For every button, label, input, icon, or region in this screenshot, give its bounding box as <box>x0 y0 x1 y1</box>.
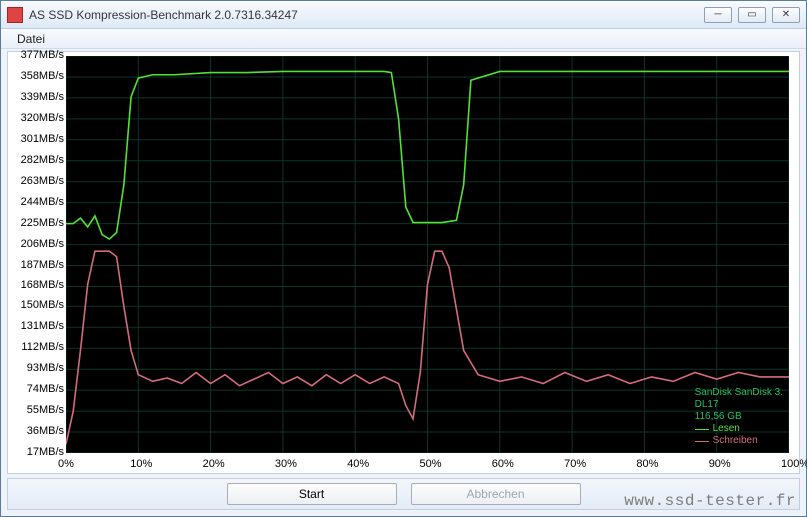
x-tick-label: 100% <box>781 458 807 470</box>
x-tick-label: 20% <box>203 458 225 470</box>
y-tick-label: 339MB/s <box>10 91 64 103</box>
y-tick-label: 225MB/s <box>10 217 64 229</box>
window-title: AS SSD Kompression-Benchmark 2.0.7316.34… <box>29 8 704 22</box>
x-tick-label: 0% <box>58 458 74 470</box>
legend-write-label: Schreiben <box>713 435 758 447</box>
legend-read-label: Lesen <box>713 423 740 435</box>
app-icon <box>7 7 23 23</box>
y-tick-label: 244MB/s <box>10 196 64 208</box>
legend-box: SanDisk SanDisk 3. DL17 116,56 GB Lesen … <box>695 387 783 447</box>
y-tick-label: 168MB/s <box>10 279 64 291</box>
x-tick-label: 50% <box>420 458 442 470</box>
device-capacity: 116,56 GB <box>695 411 783 423</box>
y-tick-label: 377MB/s <box>10 49 64 61</box>
y-tick-label: 206MB/s <box>10 238 64 250</box>
x-tick-label: 10% <box>130 458 152 470</box>
menubar: Datei <box>1 29 806 49</box>
window-controls: ─ ▭ ✕ <box>704 7 800 23</box>
y-tick-label: 301MB/s <box>10 133 64 145</box>
x-tick-label: 30% <box>275 458 297 470</box>
y-tick-label: 320MB/s <box>10 112 64 124</box>
y-tick-label: 282MB/s <box>10 154 64 166</box>
y-tick-label: 187MB/s <box>10 259 64 271</box>
y-tick-label: 17MB/s <box>10 446 64 458</box>
y-tick-label: 93MB/s <box>10 362 64 374</box>
app-window: AS SSD Kompression-Benchmark 2.0.7316.34… <box>0 0 807 517</box>
x-tick-label: 80% <box>636 458 658 470</box>
y-tick-label: 74MB/s <box>10 383 64 395</box>
titlebar: AS SSD Kompression-Benchmark 2.0.7316.34… <box>1 1 806 29</box>
legend-read: Lesen <box>695 423 783 435</box>
plot-canvas: SanDisk SanDisk 3. DL17 116,56 GB Lesen … <box>66 56 789 453</box>
y-tick-label: 55MB/s <box>10 404 64 416</box>
y-tick-label: 36MB/s <box>10 425 64 437</box>
y-tick-label: 131MB/s <box>10 320 64 332</box>
maximize-button[interactable]: ▭ <box>738 7 766 23</box>
watermark-text: www.ssd-tester.fr <box>624 492 796 510</box>
x-tick-label: 40% <box>347 458 369 470</box>
legend-write-swatch <box>695 441 709 442</box>
x-tick-label: 70% <box>564 458 586 470</box>
y-tick-label: 112MB/s <box>10 341 64 353</box>
close-button[interactable]: ✕ <box>772 7 800 23</box>
y-tick-label: 358MB/s <box>10 70 64 82</box>
x-tick-label: 90% <box>709 458 731 470</box>
start-button[interactable]: Start <box>227 483 397 505</box>
cancel-button: Abbrechen <box>411 483 581 505</box>
minimize-button[interactable]: ─ <box>704 7 732 23</box>
legend-write: Schreiben <box>695 435 783 447</box>
y-tick-label: 150MB/s <box>10 299 64 311</box>
chart-area: SanDisk SanDisk 3. DL17 116,56 GB Lesen … <box>7 51 800 474</box>
device-firmware: DL17 <box>695 399 783 411</box>
x-tick-label: 60% <box>492 458 514 470</box>
y-tick-label: 263MB/s <box>10 175 64 187</box>
menu-file[interactable]: Datei <box>11 31 51 47</box>
device-name: SanDisk SanDisk 3. <box>695 387 783 399</box>
legend-read-swatch <box>695 429 709 430</box>
series-svg <box>66 56 789 453</box>
